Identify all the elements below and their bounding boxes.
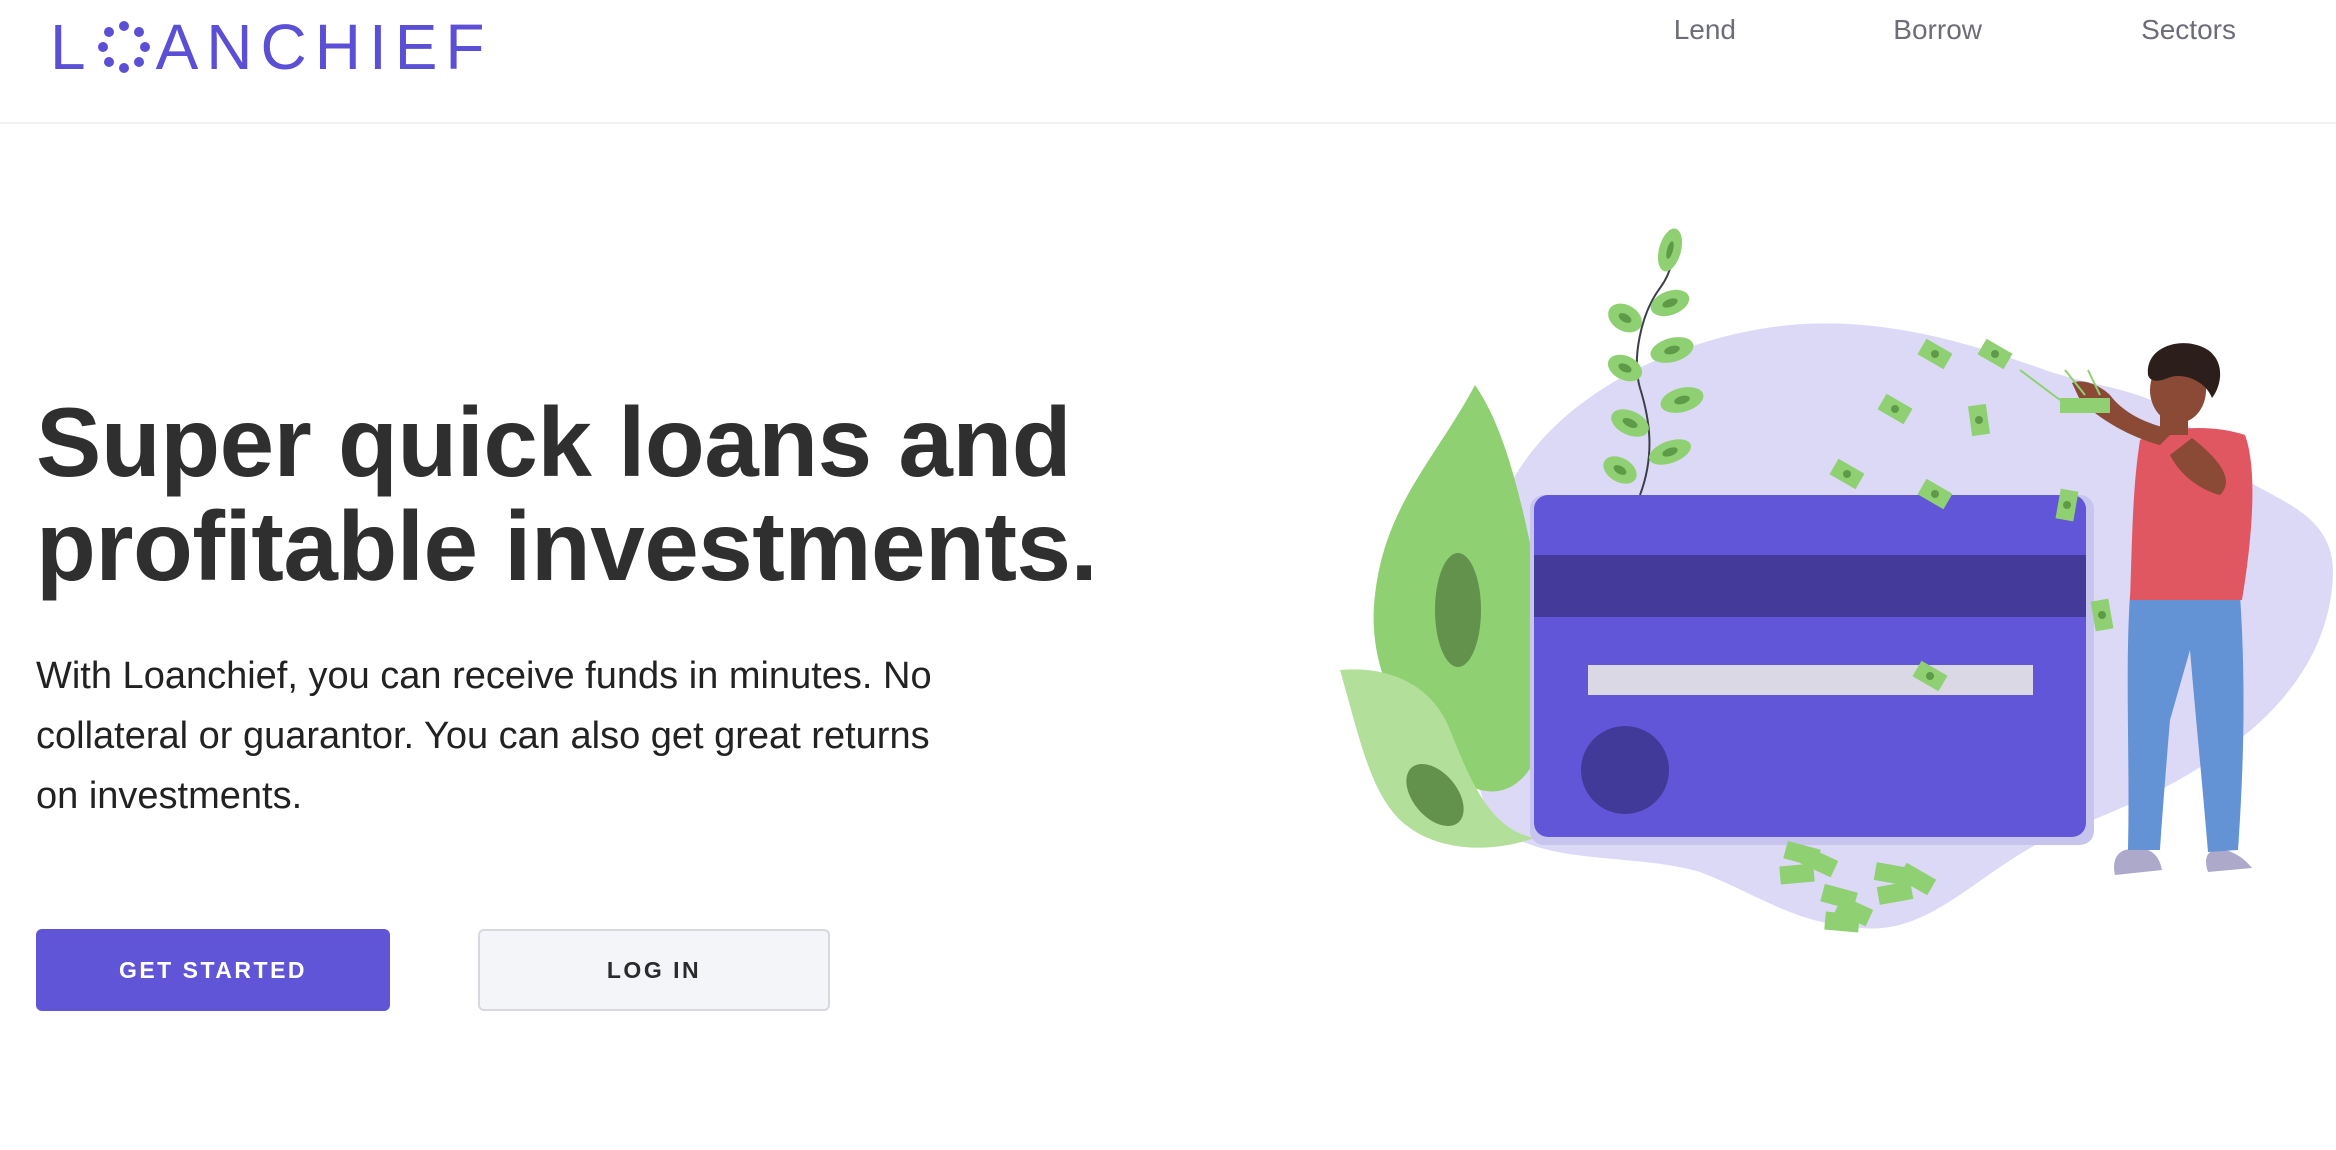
get-started-button[interactable]: GET STARTED bbox=[36, 929, 390, 1011]
logo-wordmark: ANCHIEF bbox=[155, 11, 493, 83]
hero-title: Super quick loans and profitable investm… bbox=[36, 387, 1098, 601]
hero-subtitle: With Loanchief, you can receive funds in… bbox=[36, 655, 932, 817]
person-shoe-right bbox=[2206, 849, 2252, 872]
credit-card-person-money-illustration bbox=[1340, 228, 2334, 933]
dotted-circle-logo-icon bbox=[97, 21, 150, 73]
person-shoe-left bbox=[2114, 848, 2162, 875]
loanchief-logo[interactable]: L ANCHIEF bbox=[50, 12, 493, 82]
leaf-spot bbox=[1435, 553, 1481, 667]
site-header: L ANCHIEF Lend Borrow Sectors bbox=[0, 0, 2336, 124]
card-magnetic-stripe bbox=[1534, 555, 2086, 617]
nav-link-sectors[interactable]: Sectors bbox=[2141, 14, 2236, 46]
nav-link-lend[interactable]: Lend bbox=[1674, 14, 1736, 46]
nav-link-borrow[interactable]: Borrow bbox=[1893, 14, 1982, 46]
logo-letter-l: L bbox=[50, 11, 94, 83]
card-signature-strip bbox=[1588, 665, 2033, 695]
log-in-button[interactable]: LOG IN bbox=[478, 929, 830, 1011]
card-chip-circle bbox=[1581, 726, 1669, 814]
money-stack-in-hand bbox=[2060, 398, 2110, 413]
